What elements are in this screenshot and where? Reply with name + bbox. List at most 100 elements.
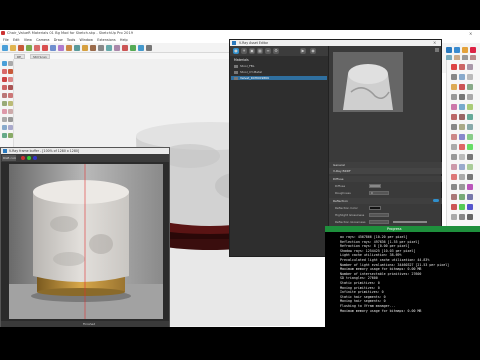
dimension-icon[interactable] bbox=[8, 117, 13, 122]
tray-tool-icon[interactable] bbox=[459, 84, 465, 90]
tray-tool-icon[interactable] bbox=[451, 134, 457, 140]
tray-tool-icon[interactable] bbox=[467, 114, 473, 120]
tray-tool-icon[interactable] bbox=[467, 184, 473, 190]
close-icon[interactable]: × bbox=[433, 40, 436, 45]
pan-icon[interactable] bbox=[106, 45, 112, 51]
diffuse-color-swatch[interactable] bbox=[369, 184, 381, 188]
offset-icon[interactable] bbox=[8, 101, 13, 106]
tray-tool-icon[interactable] bbox=[467, 64, 473, 70]
vray-icon[interactable] bbox=[446, 47, 452, 53]
render-elements-tab-icon[interactable]: ≡ bbox=[265, 48, 271, 54]
tray-tool-icon[interactable] bbox=[467, 154, 473, 160]
settings-tab-icon[interactable]: ⚙ bbox=[273, 48, 279, 54]
tray-tool-icon[interactable] bbox=[459, 214, 465, 220]
tray-tool-icon[interactable] bbox=[459, 124, 465, 130]
tray-tool-icon[interactable] bbox=[467, 194, 473, 200]
tray-tool-icon[interactable] bbox=[467, 104, 473, 110]
paint-icon[interactable] bbox=[2, 125, 7, 130]
tray-tool-icon[interactable] bbox=[459, 144, 465, 150]
reflection-glossiness-field[interactable] bbox=[369, 220, 389, 224]
tray-tool-icon[interactable] bbox=[451, 84, 457, 90]
tray-tool-icon[interactable] bbox=[451, 184, 457, 190]
diffuse-section[interactable]: Diffuse bbox=[329, 176, 442, 182]
green-channel-icon[interactable] bbox=[27, 156, 31, 160]
render-icon[interactable]: ▶ bbox=[300, 48, 306, 54]
sphere-light-icon[interactable] bbox=[470, 47, 476, 53]
zoom-tool-icon[interactable] bbox=[8, 133, 13, 138]
tray-tool-icon[interactable] bbox=[467, 164, 473, 170]
tray-tool-icon[interactable] bbox=[467, 84, 473, 90]
materials-tab-icon[interactable]: ● bbox=[233, 48, 239, 54]
move-tool-icon[interactable] bbox=[50, 45, 56, 51]
light-icon[interactable] bbox=[462, 47, 468, 53]
tray-tool-icon[interactable] bbox=[459, 94, 465, 100]
close-icon[interactable]: × bbox=[469, 31, 472, 36]
tray-tool-icon[interactable] bbox=[459, 104, 465, 110]
tray-tool-icon[interactable] bbox=[451, 124, 457, 130]
tray-tool-icon[interactable] bbox=[451, 64, 457, 70]
eraser-icon[interactable] bbox=[2, 69, 7, 74]
tray-tool-icon[interactable] bbox=[451, 214, 457, 220]
list-item[interactable]: Stool_CY-Metal bbox=[234, 70, 262, 74]
tray-tool-icon[interactable] bbox=[467, 74, 473, 80]
layout-icon[interactable] bbox=[146, 45, 152, 51]
tray-tool-icon[interactable] bbox=[459, 174, 465, 180]
tray-tool-icon[interactable] bbox=[451, 194, 457, 200]
pencil-icon[interactable] bbox=[8, 69, 13, 74]
tray-tool-icon[interactable] bbox=[451, 174, 457, 180]
tray-tool-icon[interactable] bbox=[467, 124, 473, 130]
scale-tool-icon[interactable] bbox=[66, 45, 72, 51]
tray-tool-icon[interactable] bbox=[451, 104, 457, 110]
tape-icon[interactable] bbox=[2, 109, 7, 114]
tray-tool-icon[interactable] bbox=[467, 174, 473, 180]
rectangle-tool-icon[interactable] bbox=[34, 45, 40, 51]
axes-icon[interactable] bbox=[2, 117, 7, 122]
select-icon[interactable] bbox=[2, 61, 7, 66]
tray-tool-icon[interactable] bbox=[451, 154, 457, 160]
push-pull-tool-icon[interactable] bbox=[2, 85, 7, 90]
tray-tool-icon[interactable] bbox=[459, 74, 465, 80]
tape-measure-icon[interactable] bbox=[82, 45, 88, 51]
render-image[interactable] bbox=[9, 164, 163, 319]
orbit-icon[interactable] bbox=[98, 45, 104, 51]
warehouse-icon[interactable] bbox=[130, 45, 136, 51]
rotate-icon[interactable] bbox=[8, 93, 13, 98]
orbit-tool-icon[interactable] bbox=[8, 125, 13, 130]
geometry-tab-icon[interactable]: ▣ bbox=[249, 48, 255, 54]
offset-tool-icon[interactable] bbox=[74, 45, 80, 51]
tray-tool-icon[interactable] bbox=[459, 184, 465, 190]
reflection-toggle[interactable] bbox=[433, 199, 439, 202]
extension-warehouse-icon[interactable] bbox=[138, 45, 144, 51]
reflection-section[interactable]: Reflection bbox=[329, 198, 442, 204]
interactive-render-icon[interactable]: ◉ bbox=[310, 48, 316, 54]
tray-tool-icon[interactable] bbox=[459, 194, 465, 200]
select-tool-icon[interactable] bbox=[2, 45, 8, 51]
tray-tool-icon[interactable] bbox=[459, 204, 465, 210]
follow-me-icon[interactable] bbox=[8, 85, 13, 90]
pan-tool-icon[interactable] bbox=[2, 133, 7, 138]
lights-tab-icon[interactable]: ☀ bbox=[241, 48, 247, 54]
arc-tool-icon[interactable] bbox=[26, 45, 32, 51]
tray-tool-icon[interactable] bbox=[451, 74, 457, 80]
expand-icon[interactable] bbox=[435, 48, 439, 52]
tray-tool-icon[interactable] bbox=[467, 214, 473, 220]
highlight-glossiness-field[interactable] bbox=[369, 213, 389, 217]
tray-tool-icon[interactable] bbox=[451, 144, 457, 150]
line-tool-icon[interactable] bbox=[18, 45, 24, 51]
tray-tool-icon[interactable] bbox=[451, 114, 457, 120]
tray-tool-icon[interactable] bbox=[451, 164, 457, 170]
tray-tool-icon[interactable] bbox=[467, 94, 473, 100]
push-pull-icon[interactable] bbox=[42, 45, 48, 51]
material-preview[interactable] bbox=[333, 52, 403, 112]
vray-render-icon[interactable] bbox=[454, 47, 460, 53]
channel-select[interactable]: RGB color bbox=[2, 155, 16, 161]
arc-icon[interactable] bbox=[2, 77, 7, 82]
move-icon[interactable] bbox=[2, 93, 7, 98]
zoom-icon[interactable] bbox=[114, 45, 120, 51]
tray-tool-icon[interactable] bbox=[467, 204, 473, 210]
rotate-tool-icon[interactable] bbox=[58, 45, 64, 51]
zoom-extents-icon[interactable] bbox=[122, 45, 128, 51]
textures-tab-icon[interactable]: ▦ bbox=[257, 48, 263, 54]
eraser-tool-icon[interactable] bbox=[10, 45, 16, 51]
component-icon[interactable] bbox=[8, 61, 13, 66]
